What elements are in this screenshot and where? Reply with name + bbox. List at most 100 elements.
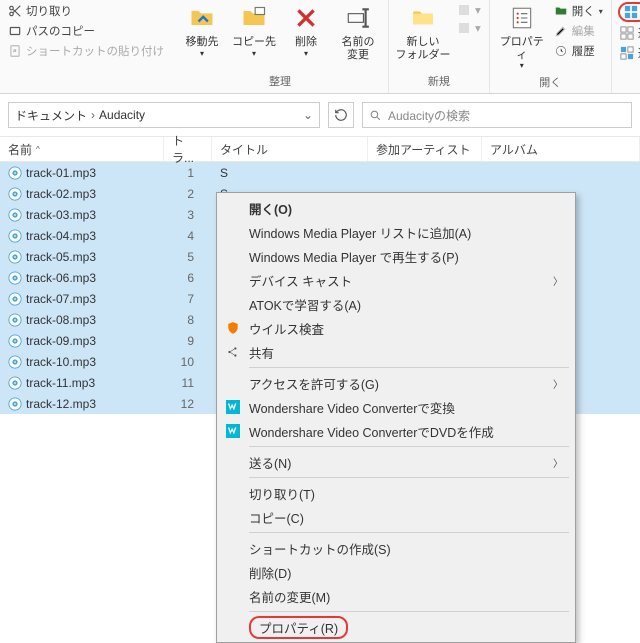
- context-menu-item[interactable]: アクセスを許可する(G)〉: [219, 371, 573, 395]
- breadcrumb[interactable]: ドキュメント › Audacity ⌄: [8, 102, 320, 128]
- file-track: 11: [164, 376, 212, 390]
- ribbon-select-all[interactable]: すべて選択: [618, 2, 640, 22]
- file-track: 5: [164, 250, 212, 264]
- col-artist[interactable]: 参加アーティスト: [368, 137, 482, 161]
- context-menu-label: Windows Media Player リストに追加(A): [249, 223, 471, 242]
- delete-x-icon: [293, 5, 319, 31]
- file-name: track-05.mp3: [26, 250, 96, 264]
- ribbon-open[interactable]: 開く ▾: [552, 2, 605, 20]
- crumb-current[interactable]: Audacity: [99, 108, 145, 122]
- ribbon-rename[interactable]: 名前の 変更: [334, 2, 382, 61]
- context-menu-label: ウイルス検査: [249, 319, 324, 338]
- refresh-button[interactable]: [328, 102, 354, 128]
- ribbon-group-organize-label: 整理: [172, 71, 388, 93]
- ws-icon: [225, 399, 241, 415]
- file-track: 7: [164, 292, 212, 306]
- refresh-icon: [334, 108, 348, 122]
- ribbon-select-none[interactable]: 選択解除: [618, 24, 640, 42]
- context-menu-item[interactable]: ATOKで学習する(A): [219, 292, 573, 316]
- context-menu-label: 削除(D): [249, 563, 291, 582]
- ribbon-edit[interactable]: 編集: [552, 22, 605, 40]
- file-name: track-03.mp3: [26, 208, 96, 222]
- context-menu-item[interactable]: Windows Media Player リストに追加(A): [219, 220, 573, 244]
- ribbon-properties[interactable]: プロパティ▾: [496, 2, 548, 70]
- context-menu-label: コピー(C): [249, 508, 304, 527]
- col-title[interactable]: タイトル: [212, 137, 368, 161]
- shield-icon: [225, 320, 241, 336]
- context-menu-label: Wondershare Video Converterで変換: [249, 398, 455, 417]
- context-menu-label: ATOKで学習する(A): [249, 295, 361, 314]
- file-track: 9: [164, 334, 212, 348]
- path-icon: [8, 24, 22, 38]
- file-track: 1: [164, 166, 212, 180]
- file-name: track-09.mp3: [26, 334, 96, 348]
- context-menu-item[interactable]: Wondershare Video ConverterでDVDを作成: [219, 419, 573, 443]
- new-item-icon: [457, 3, 471, 17]
- context-menu-item[interactable]: コピー(C): [219, 505, 573, 529]
- ribbon-delete[interactable]: 削除▾: [282, 2, 330, 58]
- audio-file-icon: [8, 313, 22, 327]
- search-input[interactable]: Audacityの検索: [362, 102, 632, 128]
- context-menu-label: 共有: [249, 343, 274, 362]
- col-name[interactable]: 名前^: [0, 137, 164, 161]
- file-name: track-10.mp3: [26, 355, 96, 369]
- audio-file-icon: [8, 271, 22, 285]
- context-menu-item[interactable]: Wondershare Video Converterで変換: [219, 395, 573, 419]
- file-title: S: [212, 166, 368, 180]
- context-menu-item[interactable]: ショートカットの作成(S): [219, 536, 573, 560]
- context-menu-separator: [249, 532, 569, 533]
- context-menu-item[interactable]: プロパティ(R): [219, 615, 573, 639]
- ribbon-new-item[interactable]: ▾: [455, 2, 483, 18]
- submenu-arrow-icon: 〉: [553, 455, 563, 470]
- ribbon-paste-shortcut[interactable]: ショートカットの貼り付け: [6, 42, 166, 60]
- context-menu: 開く(O) Windows Media Player リストに追加(A) Windo…: [216, 192, 576, 643]
- context-menu-separator: [249, 367, 569, 368]
- context-menu-item[interactable]: 名前の変更(M): [219, 584, 573, 608]
- invert-selection-icon: [620, 46, 634, 60]
- context-menu-item[interactable]: ウイルス検査: [219, 316, 573, 340]
- new-folder-icon: [408, 5, 438, 31]
- audio-file-icon: [8, 334, 22, 348]
- search-icon: [369, 109, 382, 122]
- ribbon-cut[interactable]: 切り取り: [6, 2, 166, 20]
- col-track[interactable]: トラ...: [164, 137, 212, 161]
- context-menu-item[interactable]: 送る(N)〉: [219, 450, 573, 474]
- col-album[interactable]: アルバム: [482, 137, 640, 161]
- ribbon-copy-path[interactable]: パスのコピー: [6, 22, 166, 40]
- file-track: 3: [164, 208, 212, 222]
- crumb-parent[interactable]: ドキュメント: [15, 107, 87, 124]
- file-name: track-01.mp3: [26, 166, 96, 180]
- ribbon-history[interactable]: 履歴: [552, 42, 605, 60]
- copy-to-icon: [240, 4, 268, 32]
- audio-file-icon: [8, 166, 22, 180]
- context-menu-item[interactable]: Windows Media Player で再生する(P): [219, 244, 573, 268]
- context-menu-item[interactable]: 切り取り(T): [219, 481, 573, 505]
- ribbon-group-new-label: 新規: [389, 71, 489, 93]
- file-track: 10: [164, 355, 212, 369]
- file-row[interactable]: track-01.mp3 1S: [0, 162, 640, 183]
- ribbon-new-folder[interactable]: 新しい フォルダー: [395, 2, 451, 61]
- ribbon-move-to[interactable]: 移動先▾: [178, 2, 226, 58]
- context-menu-item[interactable]: 共有: [219, 340, 573, 364]
- ribbon-copy-to[interactable]: コピー先▾: [230, 2, 278, 58]
- audio-file-icon: [8, 376, 22, 390]
- context-menu-label: ショートカットの作成(S): [249, 539, 391, 558]
- context-menu-item[interactable]: 削除(D): [219, 560, 573, 584]
- ribbon-invert-selection[interactable]: 選択の切り替え: [618, 44, 640, 62]
- search-placeholder: Audacityの検索: [388, 107, 470, 124]
- file-name: track-08.mp3: [26, 313, 96, 327]
- context-menu-item[interactable]: デバイス キャスト〉: [219, 268, 573, 292]
- audio-file-icon: [8, 187, 22, 201]
- open-icon: [554, 4, 568, 18]
- nav-row: ドキュメント › Audacity ⌄ Audacityの検索: [0, 94, 640, 136]
- properties-icon: [509, 5, 535, 31]
- file-track: 2: [164, 187, 212, 201]
- chevron-down-icon[interactable]: ⌄: [303, 108, 313, 122]
- sort-caret-icon: ^: [36, 145, 40, 154]
- context-menu-item[interactable]: 開く(O): [219, 196, 573, 220]
- chevron-right-icon: ›: [91, 108, 95, 122]
- ribbon-easy-access[interactable]: ▾: [455, 20, 483, 36]
- audio-file-icon: [8, 229, 22, 243]
- shortcut-icon: [8, 44, 22, 58]
- context-menu-label: プロパティ(R): [249, 616, 348, 639]
